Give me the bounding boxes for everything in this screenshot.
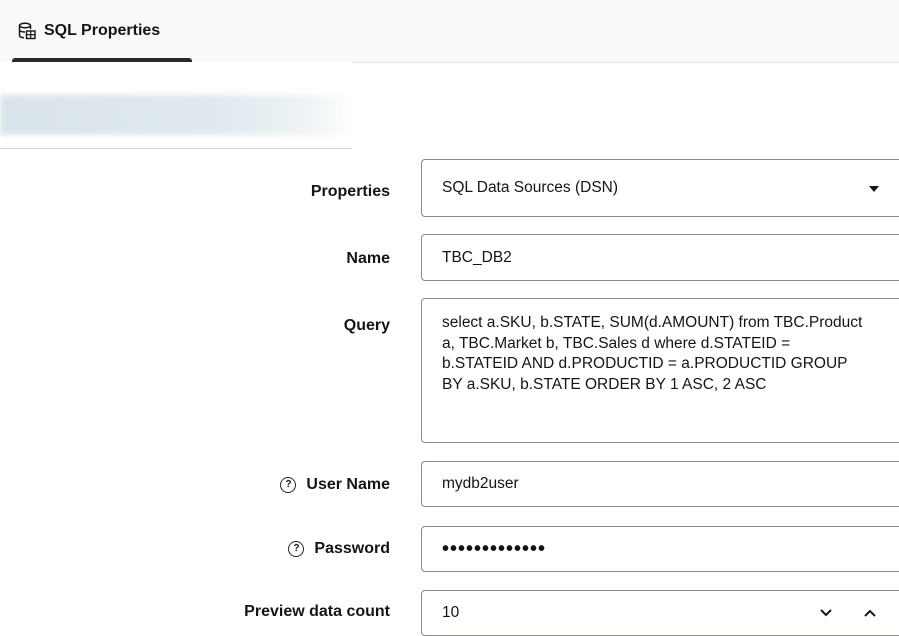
database-table-icon <box>18 22 36 40</box>
password-input-value: ••••••••••••• <box>442 537 547 560</box>
password-label-text: Password <box>314 540 390 557</box>
blurred-content <box>0 95 352 135</box>
chevron-up-icon[interactable] <box>855 591 885 635</box>
name-label-text: Name <box>346 250 390 267</box>
name-label: Name <box>346 247 390 271</box>
preview-count-label-text: Preview data count <box>244 603 390 620</box>
chevron-down-icon[interactable] <box>869 186 879 192</box>
help-icon[interactable]: ? <box>288 541 305 557</box>
preview-count-stepper[interactable]: 10 <box>421 590 899 636</box>
tab-sql-properties[interactable]: SQL Properties <box>12 0 192 62</box>
tab-bar: SQL Properties <box>0 0 899 63</box>
password-input[interactable]: ••••••••••••• <box>421 526 899 572</box>
help-icon[interactable]: ? <box>280 477 297 493</box>
query-textarea-value: select a.SKU, b.STATE, SUM(d.AMOUNT) fro… <box>442 314 863 393</box>
user-name-label: ? User Name <box>280 473 390 497</box>
properties-select-value: SQL Data Sources (DSN) <box>442 179 619 196</box>
properties-select[interactable]: SQL Data Sources (DSN) <box>421 159 899 217</box>
properties-label: Properties <box>311 180 390 204</box>
preview-count-value: 10 <box>442 604 460 621</box>
user-name-input[interactable]: mydb2user <box>421 461 899 507</box>
tab-label: SQL Properties <box>44 21 161 39</box>
preview-count-label: Preview data count <box>244 600 390 624</box>
query-textarea[interactable]: select a.SKU, b.STATE, SUM(d.AMOUNT) fro… <box>421 298 899 443</box>
user-name-label-text: User Name <box>306 476 390 493</box>
user-name-input-value: mydb2user <box>442 475 519 492</box>
name-input[interactable]: TBC_DB2 <box>421 234 899 281</box>
properties-label-text: Properties <box>310 183 390 200</box>
name-input-value: TBC_DB2 <box>442 248 512 266</box>
query-label: Query <box>344 314 390 338</box>
query-label-text: Query <box>343 317 390 334</box>
password-label: ? Password <box>288 537 390 561</box>
chevron-down-icon[interactable] <box>811 591 841 635</box>
